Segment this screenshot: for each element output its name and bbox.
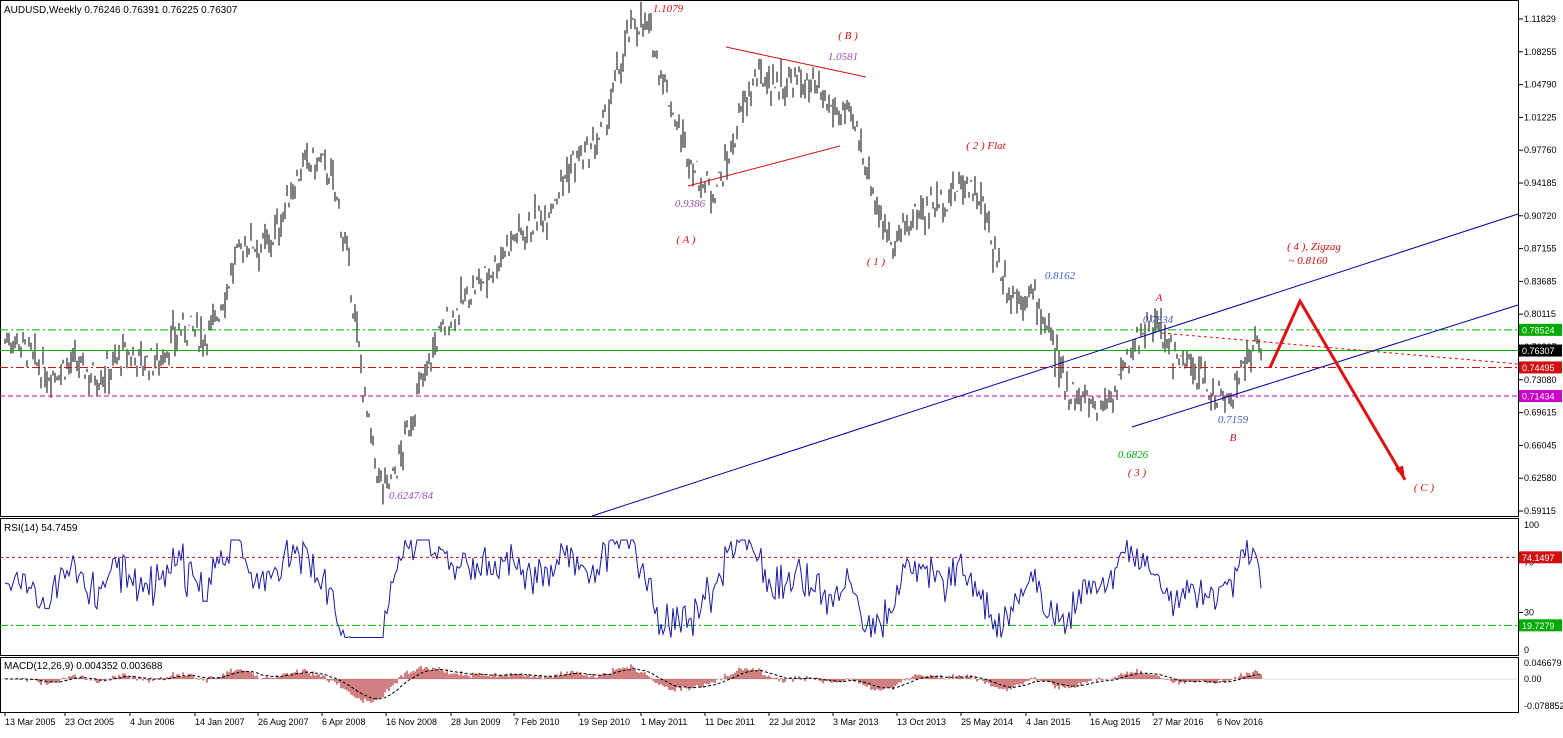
wave-annotation: ( B ): [838, 30, 858, 42]
price-tick-label: 0.83685: [1524, 276, 1557, 286]
price-tick-label: 0.73080: [1524, 375, 1557, 385]
time-tick-label: 19 Sep 2010: [579, 717, 630, 727]
wave-annotation: 0.7834: [1143, 314, 1174, 326]
wave-annotation: ~ 0.8160: [1289, 255, 1328, 267]
price-level-tag-text: 0.71434: [1522, 392, 1555, 402]
price-tick-label: 0.80115: [1524, 309, 1556, 319]
rsi-level-tag-text: 19.7279: [1522, 621, 1555, 631]
wave-annotation: ( A ): [676, 234, 695, 246]
macd-tick-label: 0.046679: [1524, 658, 1562, 668]
time-tick-label: 6 Nov 2016: [1217, 717, 1263, 727]
price-level-tag-text: 0.74495: [1522, 363, 1555, 373]
macd-panel[interactable]: [0, 657, 1519, 713]
chart-window[interactable]: 1.1079 ( B ) 1.0581 0.9386 ( A ) ( 1 ) ( 2 ) F…: [0, 0, 1563, 733]
time-tick-label: 16 Aug 2015: [1090, 717, 1141, 727]
time-tick-label: 25 May 2014: [961, 717, 1013, 727]
time-tick-label: 7 Feb 2010: [514, 717, 560, 727]
time-tick-label: 3 Mar 2013: [833, 717, 879, 727]
wave-annotation: ( 4 ), Zigzag: [1287, 241, 1341, 253]
time-tick-label: 26 Aug 2007: [258, 717, 309, 727]
price-tick-label: 0.59115: [1524, 506, 1556, 516]
price-level-tag-text: 0.78524: [1522, 325, 1555, 335]
rsi-tick-label: 30: [1524, 608, 1534, 618]
price-tick-label: 0.97760: [1524, 145, 1557, 155]
price-tick-label: 1.11829: [1524, 14, 1556, 24]
price-tick-label: 0.62580: [1524, 473, 1557, 483]
wave-annotation: 1.0581: [828, 51, 858, 63]
wave-annotation: 0.8162: [1045, 270, 1076, 282]
time-tick-label: 13 Mar 2005: [5, 717, 56, 727]
price-tick-label: 0.66045: [1524, 440, 1557, 450]
rsi-panel[interactable]: [0, 518, 1519, 656]
wave-annotation: ( 3 ): [1128, 467, 1147, 479]
macd-tick-label: 0.00: [1524, 674, 1542, 684]
wave-annotation: 0.6826: [1118, 449, 1149, 461]
chart-canvas[interactable]: 1.1079 ( B ) 1.0581 0.9386 ( A ) ( 1 ) ( 2 ) F…: [0, 0, 1563, 733]
price-tick-label: 0.94185: [1524, 178, 1557, 188]
time-tick-label: 28 Jun 2009: [451, 717, 501, 727]
wave-annotation: B: [1230, 432, 1237, 444]
wave-annotation: 1.1079: [653, 3, 684, 15]
price-tick-label: 0.87155: [1524, 244, 1557, 254]
wave-annotation: ( C ): [1414, 482, 1435, 494]
time-tick-label: 13 Oct 2013: [897, 717, 946, 727]
time-tick-label: 6 Apr 2008: [322, 717, 366, 727]
wave-annotation: ( 2 ) Flat: [966, 140, 1006, 152]
wave-annotation: A: [1155, 292, 1163, 304]
macd-header: MACD(12,26,9) 0.004352 0.003688: [4, 661, 163, 672]
rsi-level-tag-text: 74.1497: [1522, 553, 1555, 563]
time-tick-label: 4 Jan 2015: [1026, 717, 1071, 727]
price-level-tag-text: 0.76307: [1522, 346, 1555, 356]
wave-annotation: ( 1 ): [867, 256, 886, 268]
rsi-tick-label: 100: [1524, 520, 1539, 530]
time-tick-label: 22 Jul 2012: [769, 717, 816, 727]
rsi-header: RSI(14) 54.7459: [4, 523, 78, 534]
symbol-header: AUDUSD,Weekly 0.76246 0.76391 0.76225 0.…: [4, 5, 238, 16]
time-tick-label: 11 Dec 2011: [705, 717, 755, 727]
macd-tick-label: -0.078852: [1524, 701, 1563, 711]
wave-annotation: 0.9386: [675, 198, 706, 210]
time-tick-label: 23 Oct 2005: [65, 717, 114, 727]
wave-annotation: 0.6247/84: [389, 490, 434, 502]
price-tick-label: 1.08255: [1524, 47, 1557, 57]
price-tick-label: 1.01225: [1524, 112, 1557, 122]
time-tick-label: 27 Mar 2016: [1153, 717, 1204, 727]
wave-annotation: 0.7159: [1218, 414, 1249, 426]
rsi-tick-label: 0: [1524, 645, 1529, 655]
time-tick-label: 1 May 2011: [641, 717, 687, 727]
time-tick-label: 4 Jun 2006: [130, 717, 175, 727]
time-tick-label: 14 Jan 2007: [195, 717, 245, 727]
price-tick-label: 0.69615: [1524, 408, 1557, 418]
price-tick-label: 0.90720: [1524, 211, 1557, 221]
price-tick-label: 1.04790: [1524, 80, 1557, 90]
time-tick-label: 16 Nov 2008: [386, 717, 437, 727]
